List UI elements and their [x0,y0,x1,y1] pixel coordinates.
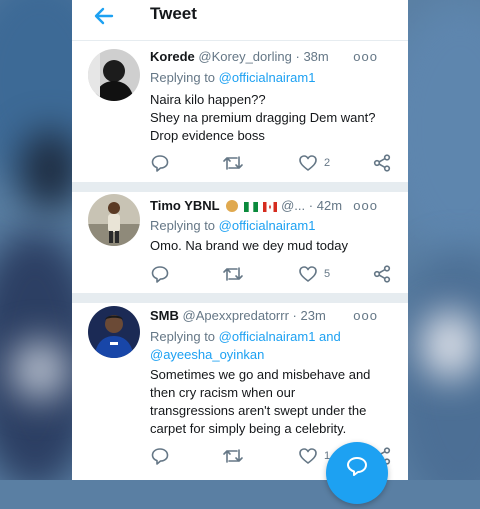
retweet-button[interactable] [222,446,244,466]
compose-reply-button[interactable] [326,442,388,504]
tweet-line: transgressions aren't swept under the [150,403,367,418]
like-icon [299,448,317,464]
tweet-header: Korede @Korey_dorling · 38m ooo [150,49,396,67]
mention-link[interactable]: @officialnairam1 [219,70,316,85]
reply-button[interactable] [150,446,170,466]
like-button[interactable]: 5 [298,264,330,284]
tweet-text: Omo. Na brand we dey mud today [150,237,390,255]
replying-to: Replying to @officialnairam1 and @ayeesh… [150,328,394,364]
mention-link[interactable]: @officialnairam1 [219,218,316,233]
replying-label: Replying to [150,70,219,85]
tweet-line: then cry racism when our [150,385,296,400]
display-name[interactable]: Timo YBNL [150,198,220,213]
back-button[interactable] [92,4,116,28]
display-name[interactable]: SMB [150,308,179,323]
tweet-text: Naira kilo happen?? Shey na premium drag… [150,91,390,145]
tweet-thread-panel: Tweet Korede @Korey_dorling · 38m ooo Re… [72,0,408,480]
replying-label: Replying to [150,329,219,344]
display-name[interactable]: Korede [150,49,195,64]
retweet-icon [223,449,243,463]
tweet-timo-ybnl[interactable]: Timo YBNL @... · 42m ooo Replying to @of… [72,192,408,293]
retweet-icon [223,267,243,281]
tweet-line: Drop evidence boss [150,128,265,143]
avatar[interactable] [88,194,140,246]
retweet-icon [223,156,243,170]
tweet-line: Sometimes we go and misbehave and [150,367,371,382]
share-button[interactable] [372,153,392,173]
replying-label: Replying to [150,218,219,233]
compose-icon [347,457,367,476]
share-icon [373,154,391,172]
action-bar: 2 [150,153,392,173]
separator-dot: · [295,49,300,64]
more-options-icon[interactable]: ooo [353,308,378,323]
page-title: Tweet [150,4,197,23]
timestamp: 38m [303,49,329,64]
tweet-line: carpet for simply being a celebrity. [150,421,347,436]
top-bar: Tweet [72,0,408,41]
tweet-text: Sometimes we go and misbehave and then c… [150,366,390,438]
replying-to: Replying to @officialnairam1 [150,69,394,87]
retweet-button[interactable] [222,153,244,173]
more-options-icon[interactable]: ooo [353,49,378,64]
like-count: 2 [324,157,331,169]
tweet-line: Naira kilo happen?? [150,92,266,107]
mention-link[interactable]: @ayeesha_oyinkan [150,346,394,364]
action-bar: 5 [150,264,392,284]
like-count: 5 [324,268,331,280]
tweet-divider [72,182,408,192]
user-handle[interactable]: @Apexxpredatorrr [183,308,289,323]
reply-icon [151,266,169,283]
mention-link[interactable]: @officialnairam1 and [219,329,341,344]
like-icon [299,266,317,282]
replying-to: Replying to @officialnairam1 [150,217,394,235]
cowboy-emoji-icon [226,200,239,212]
share-button[interactable] [372,264,392,284]
timestamp: 23m [300,308,326,323]
tweet-header: Timo YBNL @... · 42m ooo [150,198,396,216]
avatar[interactable] [88,49,140,101]
more-options-icon[interactable]: ooo [353,198,378,213]
tweet-line: Shey na premium dragging Dem want? [150,110,376,125]
avatar[interactable] [88,306,140,358]
reply-icon [151,155,169,172]
tweet-korede[interactable]: Korede @Korey_dorling · 38m ooo Replying… [72,41,408,182]
tweet-header: SMB @Apexxpredatorrr · 23m ooo [150,308,396,326]
like-button[interactable]: 2 [298,153,330,173]
timestamp: 42m [316,198,343,213]
nigeria-flag-icon [243,202,258,212]
reply-button[interactable] [150,264,170,284]
separator-dot: · [308,198,314,213]
reply-button[interactable] [150,153,170,173]
retweet-button[interactable] [222,264,244,284]
canada-flag-icon [263,202,278,212]
back-arrow-icon [94,7,114,25]
user-handle[interactable]: @Korey_dorling [198,49,291,64]
like-icon [299,155,317,171]
reply-icon [151,448,169,465]
user-handle[interactable]: @... [281,198,305,213]
share-icon [373,265,391,283]
tweet-line: Omo. Na brand we dey mud today [150,238,348,253]
separator-dot: · [292,308,297,323]
tweet-divider [72,293,408,303]
